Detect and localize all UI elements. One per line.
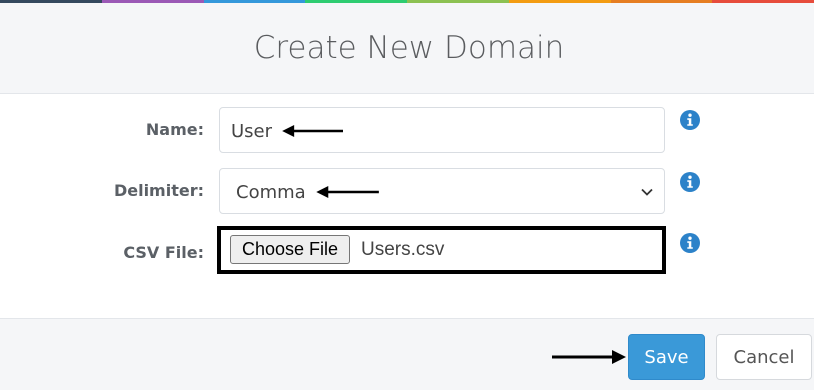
dialog-title: Create New Domain bbox=[253, 30, 565, 66]
delimiter-label: Delimiter: bbox=[113, 181, 204, 200]
create-domain-dialog: Create New Domain Name: User Delimiter: … bbox=[0, 0, 814, 390]
annotation-arrow-icon bbox=[552, 350, 626, 364]
cancel-button[interactable]: Cancel bbox=[716, 334, 812, 380]
delimiter-selected-value: Comma bbox=[236, 182, 306, 203]
csv-file-label: CSV File: bbox=[123, 243, 204, 262]
name-label: Name: bbox=[145, 120, 204, 139]
save-button[interactable]: Save bbox=[628, 334, 705, 380]
annotation-arrow-icon bbox=[282, 125, 343, 137]
dialog-footer: Save Cancel bbox=[0, 318, 814, 390]
csv-file-info-icon[interactable] bbox=[680, 233, 700, 253]
annotation-arrow-icon bbox=[316, 186, 379, 198]
chevron-down-icon bbox=[641, 188, 653, 196]
dialog-header: Create New Domain bbox=[0, 3, 814, 94]
choose-file-button[interactable]: Choose File bbox=[230, 235, 351, 264]
selected-file-name: Users.csv bbox=[361, 239, 445, 260]
name-info-icon[interactable] bbox=[680, 110, 700, 130]
delimiter-info-icon[interactable] bbox=[680, 172, 700, 192]
csv-file-input: Choose File Users.csv bbox=[217, 226, 666, 274]
delimiter-select[interactable]: Comma bbox=[219, 168, 665, 214]
name-input-value: User bbox=[231, 121, 273, 142]
